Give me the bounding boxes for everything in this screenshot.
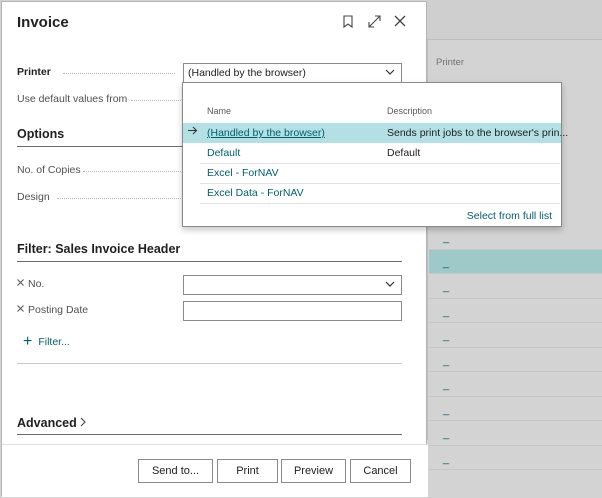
remove-filter-icon[interactable]	[17, 303, 24, 315]
background-column-header: Printer	[436, 57, 464, 68]
section-divider	[17, 261, 402, 262]
background-row-value[interactable]: _	[443, 379, 449, 391]
background-row-value[interactable]: _	[443, 404, 449, 416]
dialog-button-bar: Send to... Print Preview Cancel	[2, 444, 428, 497]
chevron-right-icon	[80, 416, 87, 430]
add-filter-button[interactable]: + Filter...	[23, 333, 70, 350]
printer-dropdown: Name Description (Handled by the browser…	[182, 82, 568, 227]
printer-value: (Handled by the browser)	[188, 67, 306, 79]
bookmark-icon[interactable]	[340, 12, 356, 30]
dotted-leader	[57, 198, 181, 199]
background-list-row[interactable]: _	[429, 299, 602, 323]
close-icon[interactable]	[392, 12, 408, 30]
dotted-leader	[83, 171, 181, 172]
dropdown-item[interactable]: Excel - ForNAV	[183, 163, 561, 183]
filter-label: No.	[28, 278, 45, 290]
printer-label: Printer	[17, 66, 51, 78]
invoice-dialog: Invoice Printer (Handled by the browser)…	[1, 1, 428, 497]
printer-select[interactable]: (Handled by the browser)	[183, 63, 402, 83]
dotted-leader	[63, 73, 175, 74]
expand-icon[interactable]	[366, 12, 382, 30]
dropdown-item-name[interactable]: Excel - ForNAV	[207, 167, 279, 179]
send-to-button[interactable]: Send to...	[138, 459, 213, 483]
background-row-value[interactable]: _	[443, 330, 449, 342]
filter-label: Posting Date	[28, 304, 89, 316]
background-list-row[interactable]: _	[429, 348, 602, 372]
filter-posting-date-input[interactable]	[183, 301, 402, 321]
filter-row-posting-date: Posting Date	[17, 301, 402, 321]
printer-row: Printer (Handled by the browser)	[17, 63, 402, 83]
background-list-row[interactable]: _	[429, 225, 602, 250]
arrow-right-icon	[188, 126, 198, 138]
background-row-value[interactable]: _	[443, 257, 449, 269]
background-list: _ _ _ _ _ _ _ _ _ _	[429, 225, 602, 470]
section-divider	[17, 434, 402, 435]
dropdown-item-name[interactable]: Excel Data - ForNAV	[207, 187, 304, 199]
remove-filter-icon[interactable]	[17, 277, 24, 289]
background-list-row[interactable]: _	[429, 323, 602, 348]
background-list-row[interactable]: _	[429, 372, 602, 397]
dropdown-column-name: Name	[207, 106, 232, 116]
options-section-title[interactable]: Options	[17, 127, 64, 141]
dropdown-item-description: Default	[387, 147, 421, 159]
background-row-value[interactable]: _	[443, 453, 449, 465]
dropdown-column-description: Description	[387, 106, 433, 116]
dropdown-item[interactable]: (Handled by the browser) Sends print job…	[183, 123, 568, 143]
dotted-leader	[131, 100, 181, 101]
advanced-label: Advanced	[17, 416, 77, 430]
print-button[interactable]: Print	[217, 459, 278, 483]
select-from-full-list-link[interactable]: Select from full list	[467, 210, 552, 222]
chevron-down-icon[interactable]	[385, 279, 395, 290]
cancel-button[interactable]: Cancel	[350, 459, 411, 483]
dropdown-item[interactable]: Default Default	[183, 143, 561, 163]
add-filter-label: Filter...	[38, 336, 70, 348]
filter-section-title: Filter: Sales Invoice Header	[17, 242, 181, 256]
copies-label: No. of Copies	[17, 164, 81, 176]
filter-no-input[interactable]	[183, 275, 402, 295]
preview-button[interactable]: Preview	[281, 459, 346, 483]
chevron-down-icon[interactable]	[385, 67, 395, 78]
background-toolbar	[427, 0, 602, 40]
background-list-row[interactable]: _	[429, 397, 602, 421]
dropdown-item-name[interactable]: (Handled by the browser)	[207, 127, 325, 139]
dialog-title: Invoice	[17, 14, 69, 31]
background-list-row[interactable]: _	[429, 249, 602, 274]
background-row-value[interactable]: _	[443, 306, 449, 318]
background-row-value[interactable]: _	[443, 355, 449, 367]
dialog-header-actions	[340, 12, 408, 30]
background-list-row[interactable]: _	[429, 446, 602, 470]
background-row-value[interactable]: _	[443, 232, 449, 244]
design-label: Design	[17, 191, 50, 203]
background-list-row[interactable]: _	[429, 274, 602, 299]
plus-icon: +	[23, 333, 33, 350]
dropdown-item-description: Sends print jobs to the browser's prin..…	[387, 127, 569, 139]
section-divider	[17, 363, 402, 364]
filter-row-no: No.	[17, 275, 402, 295]
dropdown-item[interactable]: Excel Data - ForNAV	[183, 183, 561, 203]
dropdown-item-name[interactable]: Default	[207, 147, 240, 159]
background-list-row[interactable]: _	[429, 421, 602, 446]
background-row-value[interactable]: _	[443, 281, 449, 293]
advanced-toggle[interactable]: Advanced	[17, 416, 87, 430]
default-values-label: Use default values from	[17, 93, 128, 105]
dropdown-divider	[200, 203, 560, 204]
background-row-value[interactable]: _	[443, 428, 449, 440]
